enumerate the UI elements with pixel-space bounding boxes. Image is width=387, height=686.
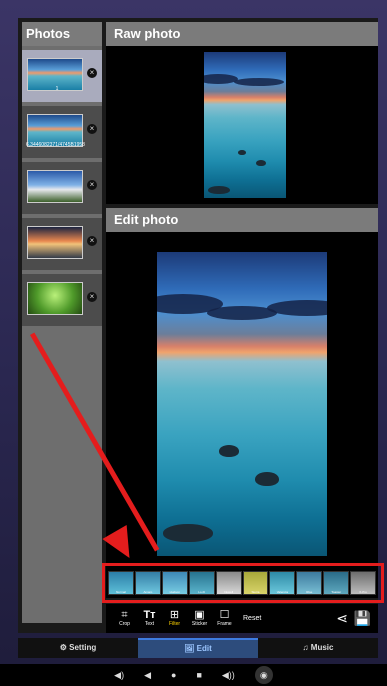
filter-icon: ⊞ — [169, 609, 180, 621]
photo-item[interactable]: 6,3446082371/4745B1958 × — [22, 106, 102, 158]
crop-icon: ⌗ — [121, 609, 128, 621]
photo-caption: 6,3446082371/4745B1958 — [26, 142, 85, 148]
close-icon[interactable]: × — [87, 68, 97, 78]
photo-editor-app: Photos 1 × 6,3446082371/4745B1958 × × × … — [18, 18, 378, 633]
home-icon[interactable]: ● — [171, 670, 176, 680]
tab-setting[interactable]: ⚙ Setting — [18, 638, 138, 658]
text-tool[interactable]: Tт Text — [137, 609, 162, 628]
close-icon[interactable]: × — [87, 292, 97, 302]
edit-photo-image[interactable] — [157, 252, 327, 556]
share-icon[interactable]: ⋖ — [336, 610, 348, 627]
photo-item[interactable]: × — [22, 274, 102, 326]
photo-thumbnail[interactable] — [27, 226, 83, 259]
raw-photo-image — [204, 52, 286, 198]
frame-tool[interactable]: ☐ Frame — [212, 609, 237, 628]
recents-icon[interactable]: ■ — [196, 670, 201, 680]
tab-music[interactable]: ♫ Music — [258, 638, 378, 658]
sticker-tool[interactable]: ▣ Sticker — [187, 609, 212, 628]
photos-title: Photos — [22, 22, 102, 46]
text-icon: Tт — [143, 609, 156, 621]
photo-item[interactable]: × — [22, 218, 102, 270]
camera-icon[interactable]: ◉ — [254, 666, 273, 684]
crop-tool[interactable]: ⌗ Crop — [112, 609, 137, 628]
close-icon[interactable]: × — [87, 236, 97, 246]
photo-thumbnail[interactable] — [27, 170, 83, 203]
photos-panel: Photos 1 × 6,3446082371/4745B1958 × × × … — [22, 22, 102, 623]
image-icon: 🖼 — [184, 644, 197, 653]
back-icon[interactable]: ◀ — [144, 670, 151, 681]
close-icon[interactable]: × — [87, 180, 97, 190]
close-icon[interactable]: × — [87, 124, 97, 134]
edit-photo-title: Edit photo — [106, 208, 378, 232]
tab-edit[interactable]: 🖼 Edit — [138, 638, 258, 658]
gear-icon: ⚙ — [59, 643, 70, 652]
reset-button[interactable]: Reset — [243, 615, 261, 622]
photo-thumbnail[interactable] — [27, 282, 83, 315]
volume-up-icon[interactable]: ◀)) — [222, 670, 235, 681]
photo-item[interactable]: 1 × — [22, 50, 102, 102]
edit-toolbar: ⌗ Crop Tт Text ⊞ Filter ▣ Sticker ☐ Fram… — [106, 604, 378, 633]
photo-caption: 1 — [55, 86, 59, 92]
save-icon[interactable]: 💾 — [354, 610, 371, 627]
raw-photo-title: Raw photo — [106, 22, 378, 46]
filter-tool[interactable]: ⊞ Filter — [162, 609, 187, 628]
frame-icon: ☐ — [219, 609, 230, 621]
music-icon: ♫ — [302, 643, 311, 652]
filter-strip-highlight — [102, 563, 384, 603]
photo-item[interactable]: × — [22, 162, 102, 214]
volume-down-icon[interactable]: ◀) — [114, 670, 124, 681]
system-nav-bar: ◀) ◀ ● ■ ◀)) ◉ — [0, 664, 387, 686]
main-tabs: ⚙ Setting 🖼 Edit ♫ Music — [18, 638, 378, 658]
raw-photo-area — [106, 46, 378, 204]
sticker-icon: ▣ — [194, 609, 205, 621]
